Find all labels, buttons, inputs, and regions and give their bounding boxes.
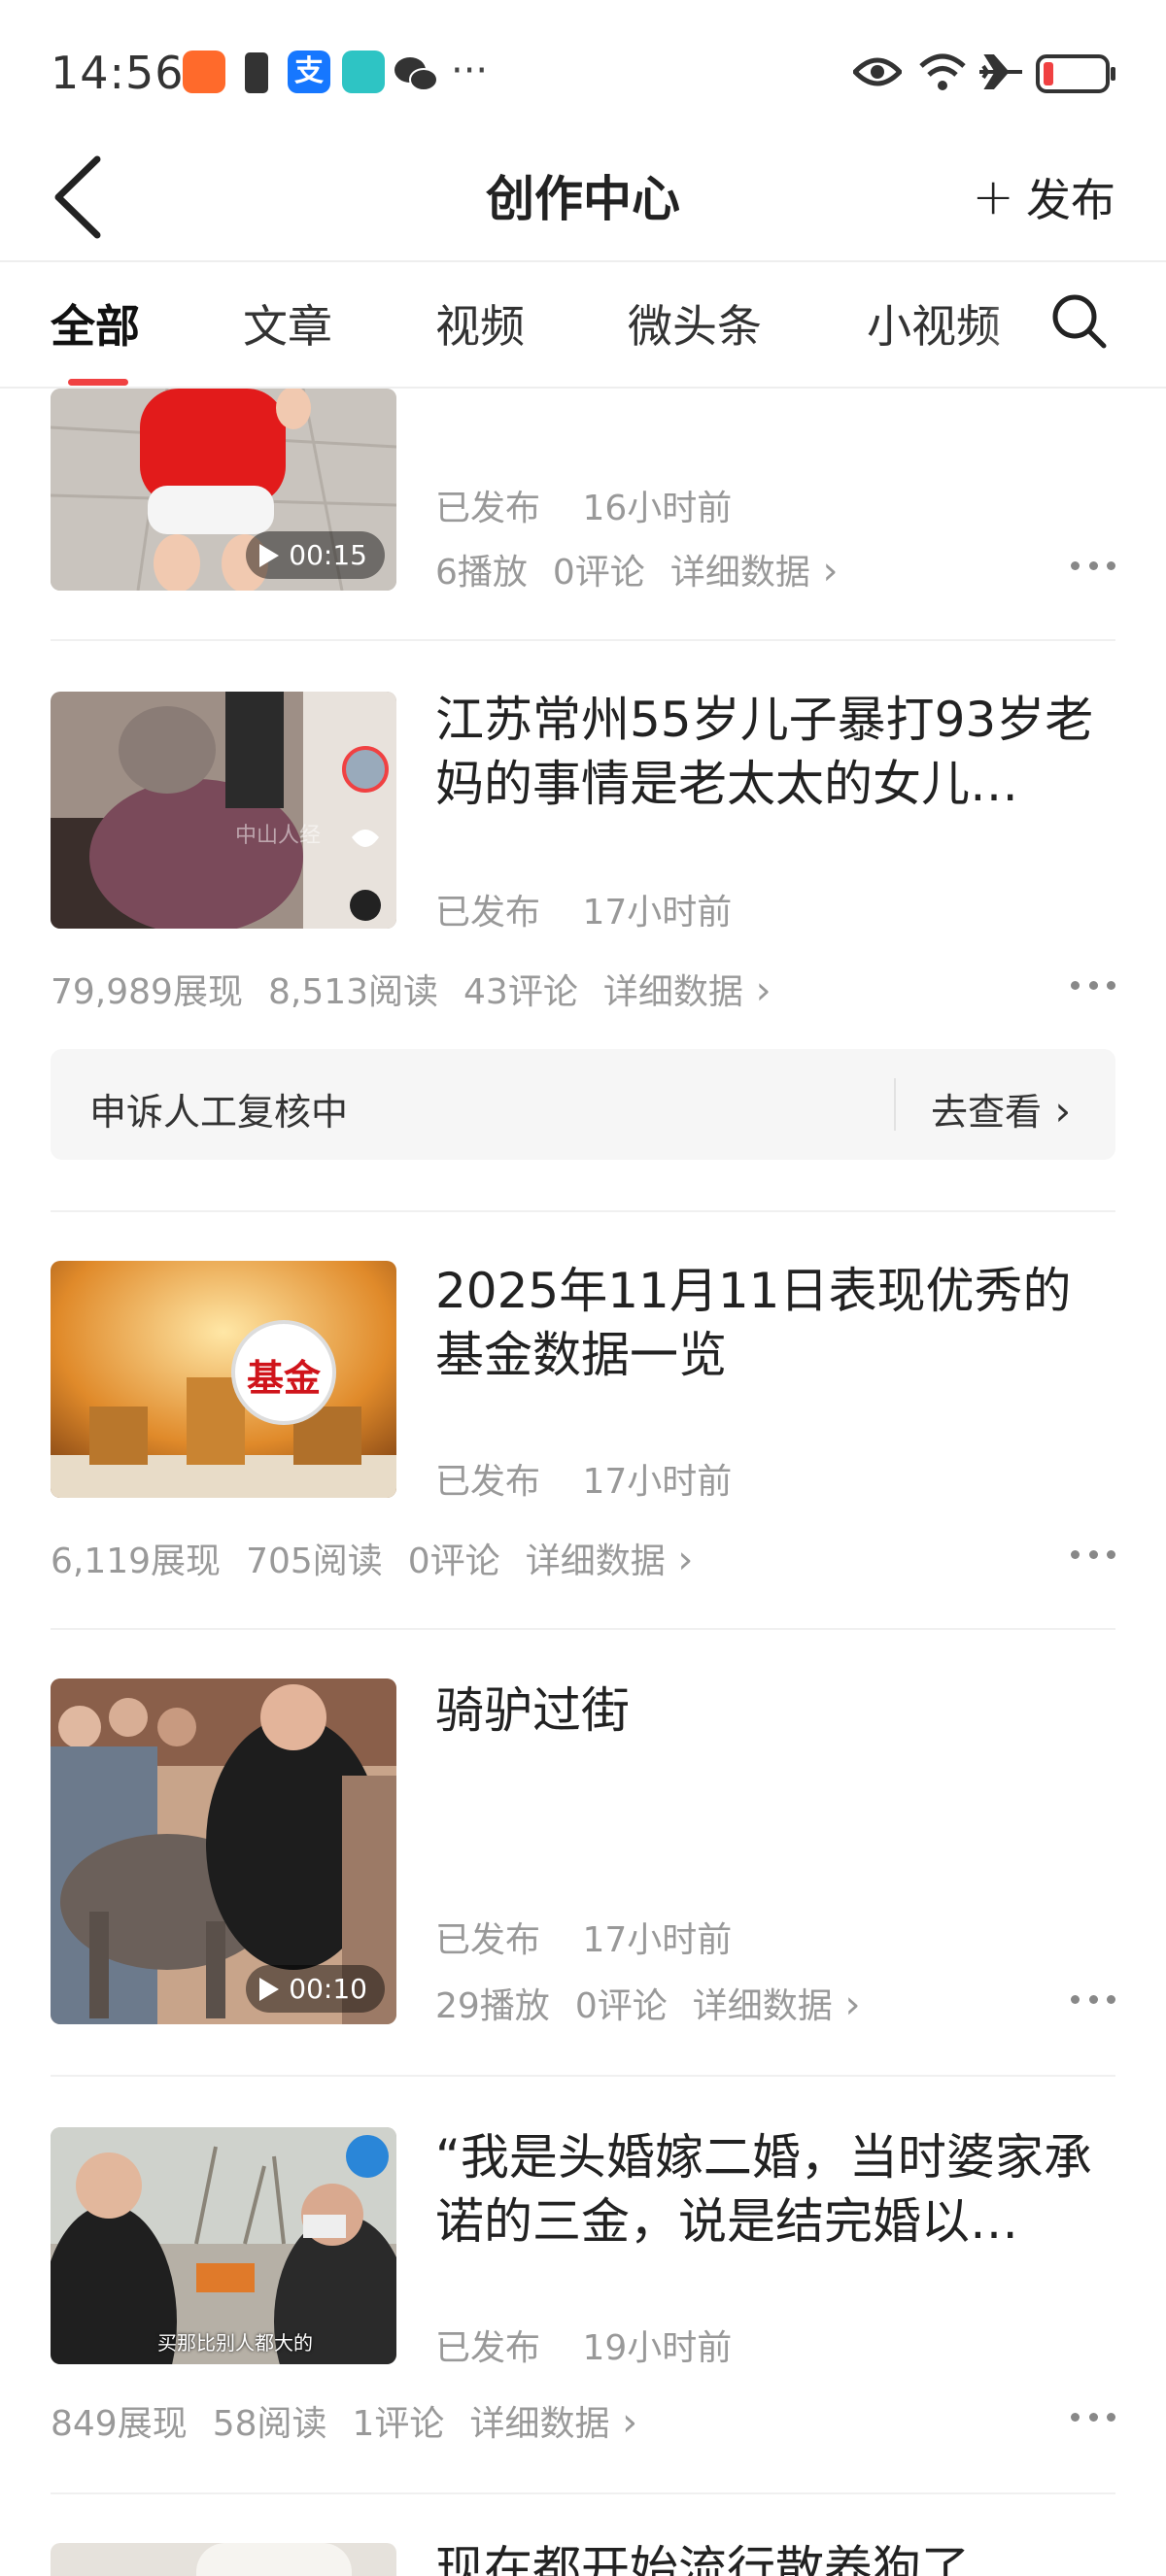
- item-stats: 79,989展现 8,513阅读 43评论 详细数据: [51, 964, 797, 1014]
- play-icon: [259, 1977, 280, 2001]
- duration-text: 00:10: [289, 1973, 367, 2005]
- stat-comments: 0评论: [552, 553, 645, 593]
- detail-data-link[interactable]: 详细数据: [693, 1978, 861, 2028]
- stat-impressions: 6,119展现: [51, 1542, 222, 1581]
- stat-comments: 0评论: [574, 1986, 668, 2026]
- tab-all[interactable]: 全部: [51, 291, 140, 356]
- item-title[interactable]: 现在都开始流行散养狗了: [435, 2537, 1115, 2576]
- eye-icon: [853, 57, 902, 86]
- item-stats: 849展现 58阅读 1评论 详细数据: [51, 2395, 663, 2446]
- appeal-view-link[interactable]: 去查看: [931, 1082, 1071, 1135]
- item-divider: [51, 1628, 1115, 1630]
- status-time: 17小时前: [582, 1462, 733, 1502]
- detail-data-link[interactable]: 详细数据: [670, 544, 839, 594]
- item-divider: [51, 639, 1115, 641]
- item-thumbnail[interactable]: 买那比别人都大的: [51, 2127, 396, 2364]
- item-thumbnail[interactable]: 中山人经: [51, 692, 396, 929]
- stat-comments: 1评论: [352, 2404, 445, 2444]
- item-thumbnail[interactable]: [51, 2543, 396, 2576]
- tab-micro-posts[interactable]: 微头条: [628, 291, 762, 356]
- item-status: 已发布 16小时前: [435, 480, 763, 530]
- status-label: 已发布: [435, 489, 541, 528]
- stat-impressions: 849展现: [51, 2404, 188, 2444]
- item-divider: [51, 1210, 1115, 1212]
- wifi-icon: [919, 53, 966, 90]
- item-status: 已发布 17小时前: [435, 1912, 763, 1962]
- play-icon: [259, 543, 280, 567]
- more-options-icon[interactable]: [1071, 981, 1115, 993]
- stat-reads: 705阅读: [246, 1542, 383, 1581]
- plus-icon: +: [972, 168, 1014, 226]
- status-bar: 14:56 支 ···: [0, 0, 1166, 146]
- wechat-icon: [394, 57, 438, 91]
- status-label: 已发布: [435, 1920, 541, 1960]
- thumbnail-watermark: 中山人经: [235, 824, 322, 848]
- duration-text: 00:15: [289, 539, 367, 571]
- more-options-icon[interactable]: [1071, 1550, 1115, 1562]
- publish-label: 发布: [1026, 174, 1115, 226]
- airplane-icon: [979, 54, 1022, 89]
- stat-plays: 29播放: [435, 1986, 550, 2026]
- item-status: 已发布 19小时前: [435, 2320, 763, 2370]
- search-icon[interactable]: [1049, 291, 1108, 350]
- stat-comments: 0评论: [407, 1542, 500, 1581]
- tab-videos[interactable]: 视频: [435, 291, 525, 356]
- detail-data-link[interactable]: 详细数据: [526, 1533, 694, 1583]
- stat-reads: 58阅读: [212, 2404, 327, 2444]
- stat-comments: 43评论: [463, 972, 578, 1012]
- item-title[interactable]: 骑驴过街: [435, 1678, 1115, 1743]
- more-options-icon[interactable]: [1071, 1995, 1115, 2007]
- status-time: 17小时前: [582, 893, 733, 932]
- battery-icon: [1036, 54, 1115, 93]
- tab-active-indicator: [68, 379, 128, 386]
- app-icon-orange: [183, 51, 225, 93]
- status-time: 14:56: [51, 47, 185, 99]
- stat-plays: 6播放: [435, 553, 528, 593]
- battery-alert-icon: [245, 52, 268, 93]
- thumbnail-image: [51, 692, 396, 929]
- status-time: 16小时前: [582, 489, 733, 528]
- detail-data-link[interactable]: 详细数据: [469, 2395, 637, 2446]
- item-thumbnail[interactable]: 基金: [51, 1261, 396, 1498]
- item-thumbnail[interactable]: 00:15: [51, 389, 396, 591]
- video-duration-badge: 00:10: [246, 1965, 385, 2013]
- item-title[interactable]: 2025年11月11日表现优秀的基金数据一览: [435, 1259, 1115, 1387]
- item-title[interactable]: “我是头婚嫁二婚，当时婆家承诺的三金，说是结完婚以…: [435, 2125, 1115, 2254]
- video-duration-badge: 00:15: [246, 531, 385, 579]
- thumbnail-image: [51, 1261, 396, 1498]
- item-stats: 6,119展现 705阅读 0评论 详细数据: [51, 1533, 718, 1583]
- status-label: 已发布: [435, 893, 541, 932]
- thumbnail-caption: 买那比别人都大的: [157, 2331, 313, 2355]
- tab-articles[interactable]: 文章: [243, 291, 332, 356]
- item-status: 已发布 17小时前: [435, 1453, 763, 1504]
- tab-fade: [981, 277, 1059, 364]
- status-label: 已发布: [435, 2328, 541, 2368]
- appeal-banner: 申诉人工复核中 去查看: [51, 1049, 1115, 1160]
- thumbnail-image: [196, 2543, 352, 2576]
- more-options-icon[interactable]: [1071, 561, 1115, 573]
- item-title[interactable]: 江苏常州55岁儿子暴打93岁老妈的事情是老太太的女儿…: [435, 688, 1115, 816]
- publish-button[interactable]: + 发布: [972, 165, 1115, 229]
- item-divider: [51, 2492, 1115, 2494]
- more-options-icon[interactable]: [1071, 2413, 1115, 2424]
- fund-label: 基金: [246, 1357, 321, 1400]
- appeal-status-text: 申诉人工复核中: [89, 1091, 349, 1134]
- item-stats: 29播放 0评论 详细数据: [435, 1978, 885, 2028]
- status-label: 已发布: [435, 1462, 541, 1502]
- book-icon: [342, 51, 385, 93]
- stat-impressions: 79,989展现: [51, 972, 243, 1012]
- status-time: 17小时前: [582, 1920, 733, 1960]
- more-notifications-icon: ···: [451, 49, 489, 93]
- item-thumbnail[interactable]: 00:10: [51, 1678, 396, 2024]
- item-divider: [51, 2075, 1115, 2077]
- stat-reads: 8,513阅读: [267, 972, 439, 1012]
- status-time: 19小时前: [582, 2328, 733, 2368]
- item-stats: 6播放 0评论 详细数据: [435, 544, 864, 594]
- detail-data-link[interactable]: 详细数据: [603, 964, 772, 1014]
- alipay-icon: 支: [288, 51, 330, 93]
- item-status: 已发布 17小时前: [435, 884, 763, 934]
- appeal-divider: [894, 1078, 896, 1131]
